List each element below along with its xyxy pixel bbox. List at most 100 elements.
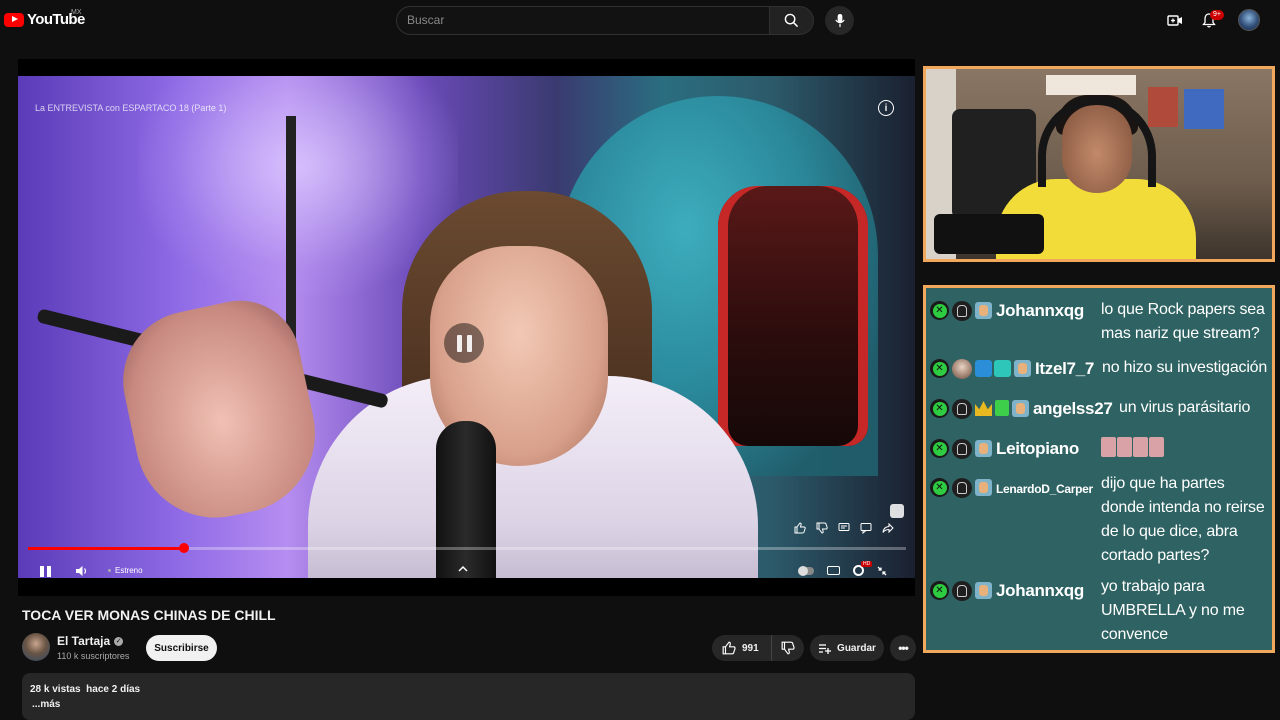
- moderator-badge-icon: ✕: [930, 581, 949, 600]
- like-button[interactable]: 991: [712, 635, 772, 661]
- chat-username: angelss27: [1033, 399, 1113, 418]
- emote-icon: [1133, 437, 1148, 457]
- subtitles-icon[interactable]: [827, 566, 840, 575]
- share-icon[interactable]: [881, 521, 895, 535]
- moderator-badge-icon: ✕: [930, 399, 949, 418]
- pickaxe-badge-icon: [975, 360, 992, 377]
- save-label: Guardar: [837, 642, 876, 654]
- chat-username: Itzel7_7: [1035, 359, 1095, 378]
- studio-microphone: [436, 421, 496, 578]
- user-avatar-icon: [952, 581, 972, 601]
- chat-text: no hizo su investigación: [1102, 359, 1268, 376]
- moderator-badge-icon: ✕: [930, 301, 949, 320]
- moderator-badge-icon: ✕: [930, 478, 949, 497]
- like-icon[interactable]: [793, 521, 807, 535]
- crown-badge-icon: [975, 401, 992, 416]
- moderator-badge-icon: ✕: [930, 359, 949, 378]
- account-avatar[interactable]: [1238, 9, 1260, 31]
- quality-badge: HD: [861, 561, 873, 567]
- live-label: Estreno: [108, 566, 143, 575]
- video-title: TOCA VER MONAS CHINAS DE CHILL: [22, 607, 276, 623]
- gift-badge-icon: [995, 400, 1009, 416]
- youtube-play-icon: [4, 12, 24, 27]
- save-button[interactable]: Guardar: [810, 635, 884, 661]
- view-count: 28 k vistas: [30, 684, 81, 695]
- channel-avatar[interactable]: [22, 633, 50, 661]
- emote-icon: [1101, 437, 1116, 457]
- chat-username: LenardoD_Carper: [996, 482, 1093, 496]
- subscriber-badge-icon: [975, 302, 992, 319]
- youtube-logo[interactable]: YouTube MX: [4, 9, 85, 28]
- channel-name[interactable]: El Tartaja ✓: [57, 634, 124, 648]
- chat-message: ✕ Itzel7_7: [930, 356, 1094, 379]
- top-bar: YouTube MX Buscar 9+: [0, 0, 1280, 40]
- subscriber-badge-icon: [975, 582, 992, 599]
- pause-button[interactable]: [40, 566, 51, 577]
- info-icon[interactable]: i: [878, 100, 894, 116]
- chat-username: Leitopiano: [996, 439, 1079, 458]
- upload-date: hace 2 días: [86, 684, 141, 695]
- volume-button[interactable]: [75, 564, 88, 578]
- progress-played: [28, 547, 185, 550]
- description-box[interactable]: 28 k vistas hace 2 días ...más: [22, 673, 915, 720]
- subscriber-badge-icon: [975, 479, 992, 496]
- user-avatar-icon: [952, 301, 972, 321]
- chat-text: un virus parásitario: [1119, 399, 1251, 416]
- dislike-button[interactable]: [772, 635, 804, 661]
- user-avatar-icon: [952, 478, 972, 498]
- channel-name-text: El Tartaja: [57, 634, 111, 648]
- more-actions-button[interactable]: •••: [890, 635, 916, 661]
- notification-lock-icon: [890, 504, 904, 518]
- search-placeholder: Buscar: [407, 13, 445, 27]
- video-camera-plus-icon: [1167, 14, 1182, 26]
- center-pause-button[interactable]: [444, 323, 484, 363]
- gaming-chair: [718, 186, 868, 446]
- search-icon: [784, 13, 799, 28]
- like-count: 991: [742, 642, 759, 654]
- chat-emotes: [1101, 437, 1164, 457]
- chat-text: yo trabajo para UMBRELLA y no me convenc…: [1101, 578, 1245, 643]
- subscribe-button[interactable]: Suscribirse: [146, 635, 217, 661]
- chat-message: ✕ LenardoD_Carper: [930, 475, 1093, 498]
- thumbs-up-icon: [722, 641, 736, 655]
- player-overlay-title[interactable]: La ENTREVISTA con ESPARTACO 18 (Parte 1): [35, 103, 226, 113]
- search-input[interactable]: Buscar: [396, 6, 770, 35]
- volume-icon: [76, 566, 87, 576]
- subscriber-badge-icon: [1012, 400, 1029, 417]
- chat-username: Johannxqg: [996, 581, 1084, 600]
- exit-fullscreen-icon[interactable]: [877, 566, 887, 576]
- chat-text: lo que Rock papers sea mas nariz que str…: [1101, 301, 1265, 342]
- comment-icon[interactable]: [837, 521, 851, 535]
- headset: [1038, 97, 1156, 187]
- chat-message: ✕ Johannxqg: [930, 298, 1084, 321]
- pause-icon: [456, 334, 472, 352]
- description-meta: 28 k vistas hace 2 días: [30, 684, 140, 695]
- more-horizontal-icon: •••: [898, 641, 909, 655]
- progress-scrubber[interactable]: [179, 543, 190, 553]
- user-avatar-icon: [952, 439, 972, 459]
- chat-message: ✕ Leitopiano: [930, 436, 1079, 459]
- chevron-up-icon[interactable]: [458, 564, 468, 575]
- raised-hand: [110, 289, 330, 533]
- voice-search-button[interactable]: [825, 6, 854, 35]
- notification-count-badge: 9+: [1210, 10, 1224, 20]
- create-button[interactable]: [1165, 10, 1185, 30]
- thumbs-down-icon: [781, 641, 795, 655]
- chat-icon[interactable]: [859, 521, 873, 535]
- user-avatar-icon: [952, 399, 972, 419]
- show-more-link[interactable]: ...más: [32, 699, 60, 710]
- chat-overlay: ✕ Johannxqg lo que Rock papers sea mas n…: [923, 285, 1275, 653]
- emote-icon: [1117, 437, 1132, 457]
- emote-icon: [1149, 437, 1164, 457]
- dislike-icon[interactable]: [815, 521, 829, 535]
- search-button[interactable]: [769, 6, 814, 35]
- playlist-add-icon: [819, 643, 832, 654]
- subscriber-count: 110 k suscriptores: [57, 651, 130, 661]
- autoplay-toggle[interactable]: [798, 565, 814, 576]
- progress-bar[interactable]: [28, 543, 906, 553]
- moderator-badge-icon: ✕: [930, 439, 949, 458]
- like-dislike-group: 991: [712, 635, 804, 661]
- video-player[interactable]: La ENTREVISTA con ESPARTACO 18 (Parte 1)…: [18, 59, 915, 596]
- streamer-microphone: [934, 214, 1044, 254]
- chat-username: Johannxqg: [996, 301, 1084, 320]
